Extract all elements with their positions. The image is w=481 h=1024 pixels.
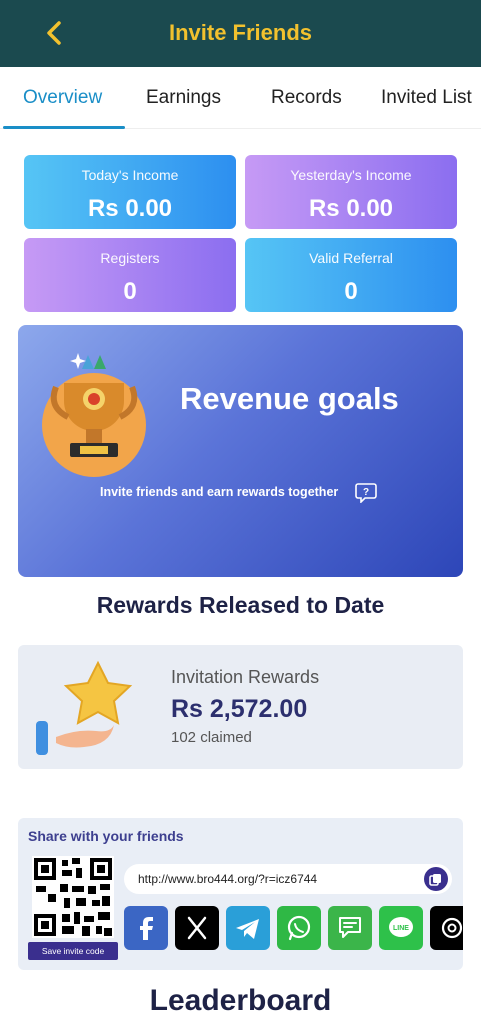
star-hand-icon — [36, 657, 136, 755]
rewards-section-title: Rewards Released to Date — [96, 592, 385, 618]
invitation-rewards-value: Rs 2,572.00 — [171, 695, 308, 723]
invite-link-field[interactable]: http://www.bro444.org/?r=icz6744 — [124, 864, 452, 894]
today-income-label: Today's Income — [81, 167, 179, 183]
yesterday-income-value: Rs 0.00 — [308, 195, 394, 222]
line-icon: LINE — [389, 917, 413, 937]
today-income-card: Today's Income Rs 0.00 — [24, 155, 236, 229]
whatsapp-share-button[interactable] — [277, 906, 321, 950]
copy-button[interactable] — [424, 867, 448, 891]
revenue-goals-title: Revenue goals — [180, 381, 399, 416]
active-tab-indicator — [3, 126, 125, 129]
invitation-rewards-claimed: 102 claimed — [171, 729, 252, 746]
valid-referral-label: Valid Referral — [309, 250, 393, 266]
share-title: Share with your friends — [28, 828, 184, 844]
x-icon — [187, 916, 207, 940]
invite-link-text: http://www.bro444.org/?r=icz6744 — [138, 872, 318, 886]
registers-card: Registers 0 — [24, 238, 236, 312]
message-icon — [339, 917, 361, 938]
yesterday-income-label: Yesterday's Income — [290, 167, 412, 183]
threads-share-button[interactable] — [430, 906, 463, 950]
telegram-icon — [236, 919, 259, 939]
app-header: Invite Friends — [0, 0, 481, 67]
facebook-icon — [140, 917, 153, 940]
registers-label: Registers — [100, 250, 160, 266]
x-share-button[interactable] — [175, 906, 219, 950]
valid-referral-value: 0 — [344, 278, 358, 305]
save-invite-code-button[interactable]: Save invite code — [28, 942, 118, 960]
share-card: Share with your friends Save invite code… — [18, 818, 463, 970]
question-bubble-icon[interactable]: ? — [355, 481, 377, 504]
page-title: Invite Friends — [168, 20, 313, 45]
whatsapp-icon — [287, 915, 311, 941]
valid-referral-card: Valid Referral 0 — [245, 238, 457, 312]
svg-text:LINE: LINE — [393, 925, 409, 932]
revenue-goals-banner[interactable]: Revenue goals Invite friends and earn re… — [18, 325, 463, 577]
registers-value: 0 — [123, 278, 137, 305]
qr-code-icon — [32, 856, 114, 938]
threads-icon — [441, 917, 463, 939]
leaderboard-title: Leaderboard — [149, 984, 332, 1017]
telegram-share-button[interactable] — [226, 906, 270, 950]
tab-earnings[interactable]: Earnings — [146, 87, 221, 109]
facebook-share-button[interactable] — [124, 906, 168, 950]
tab-bar: Overview Earnings Records Invited List — [0, 67, 481, 129]
svg-text:?: ? — [363, 487, 369, 498]
tab-overview[interactable]: Overview — [23, 87, 102, 109]
revenue-goals-subtitle: Invite friends and earn rewards together — [100, 485, 339, 499]
invitation-rewards-label: Invitation Rewards — [171, 667, 320, 687]
today-income-value: Rs 0.00 — [87, 195, 173, 222]
tab-records[interactable]: Records — [271, 87, 342, 109]
trophy-icon — [42, 343, 146, 483]
invitation-rewards-card: Invitation Rewards Rs 2,572.00 102 claim… — [18, 645, 463, 769]
copy-icon — [429, 874, 441, 886]
line-share-button[interactable]: LINE — [379, 906, 423, 950]
tab-invited-list[interactable]: Invited List — [381, 87, 472, 109]
message-share-button[interactable] — [328, 906, 372, 950]
yesterday-income-card: Yesterday's Income Rs 0.00 — [245, 155, 457, 229]
